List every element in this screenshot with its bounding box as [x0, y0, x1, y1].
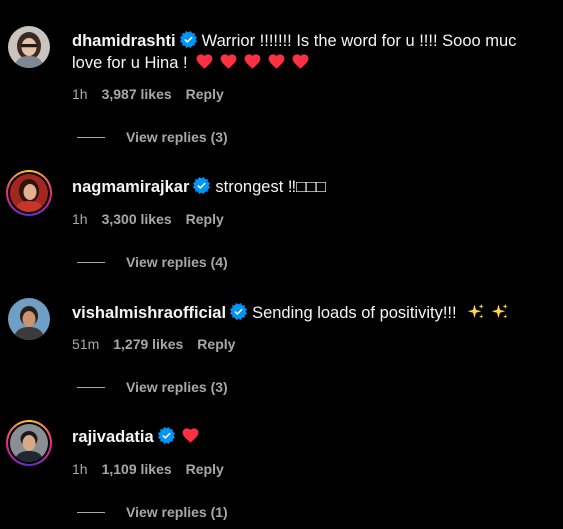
view-replies-label: View replies (3) [126, 129, 228, 145]
username-link[interactable]: vishalmishraofficial [72, 304, 226, 322]
comment-body-line1: Warrior !!!!!!! Is the word for u !!!! S… [201, 32, 517, 50]
comment-body: strongest ‼□□□ [215, 178, 327, 196]
reply-button[interactable]: Reply [186, 86, 224, 102]
comment-body: Sending loads of positivity!!! [252, 304, 457, 322]
view-replies-button[interactable]: View replies (3) [77, 379, 228, 395]
profile-photo-icon [10, 424, 48, 462]
profile-photo-icon [8, 26, 50, 68]
red-heart-icon [220, 54, 237, 69]
comment-body-line2: love for u Hina ! [72, 54, 188, 72]
verified-badge-icon [193, 177, 210, 194]
sparkles-icon [491, 303, 509, 321]
red-heart-icon [244, 54, 261, 69]
red-heart-icon [182, 428, 199, 443]
comment-meta: 1h 3,987 likes Reply [72, 86, 224, 102]
verified-badge-icon [158, 427, 175, 444]
avatar-dhamidrashti[interactable] [8, 26, 50, 68]
comment-meta: 1h 1,109 likes Reply [72, 461, 224, 477]
reply-button[interactable]: Reply [186, 211, 224, 227]
likes-count[interactable]: 3,987 likes [102, 86, 172, 102]
comment-text: rajivadatia [72, 424, 559, 450]
comment-timestamp: 51m [72, 336, 100, 352]
avatar-inner [8, 422, 50, 464]
comment-text: vishalmishraofficial Sending loads of pos… [72, 300, 559, 326]
profile-photo-icon [10, 174, 48, 212]
view-replies-button[interactable]: View replies (4) [77, 254, 228, 270]
divider-line [77, 261, 105, 263]
comment-timestamp: 1h [72, 86, 88, 102]
comment-meta: 51m 1,279 likes Reply [72, 336, 235, 352]
likes-count[interactable]: 1,109 likes [102, 461, 172, 477]
avatar-vishalmishraofficial[interactable] [8, 298, 50, 340]
comment-meta: 1h 3,300 likes Reply [72, 211, 224, 227]
divider-line [77, 511, 105, 513]
avatar-rajivadatia[interactable] [6, 420, 52, 466]
divider-line [77, 386, 105, 388]
red-heart-icon [196, 54, 213, 69]
comment-text: nagmamirajkar strongest ‼□□□ [72, 174, 559, 200]
username-link[interactable]: nagmamirajkar [72, 178, 189, 196]
avatar-nagmamirajkar[interactable] [6, 170, 52, 216]
sparkles-icon [467, 303, 485, 321]
likes-count[interactable]: 3,300 likes [102, 211, 172, 227]
view-replies-label: View replies (3) [126, 379, 228, 395]
likes-count[interactable]: 1,279 likes [113, 336, 183, 352]
comment-timestamp: 1h [72, 461, 88, 477]
reply-button[interactable]: Reply [197, 336, 235, 352]
divider-line [77, 136, 105, 138]
reply-button[interactable]: Reply [186, 461, 224, 477]
view-replies-button[interactable]: View replies (1) [77, 504, 228, 520]
profile-photo-icon [8, 298, 50, 340]
avatar-inner [8, 172, 50, 214]
comment-text-line2: love for u Hina ! [72, 50, 559, 76]
view-replies-button[interactable]: View replies (3) [77, 129, 228, 145]
view-replies-label: View replies (1) [126, 504, 228, 520]
verified-badge-icon [230, 303, 247, 320]
comment-timestamp: 1h [72, 211, 88, 227]
red-heart-icon [268, 54, 285, 69]
view-replies-label: View replies (4) [126, 254, 228, 270]
username-link[interactable]: rajivadatia [72, 428, 154, 446]
username-link[interactable]: dhamidrashti [72, 32, 176, 50]
verified-badge-icon [180, 31, 197, 48]
red-heart-icon [292, 54, 309, 69]
